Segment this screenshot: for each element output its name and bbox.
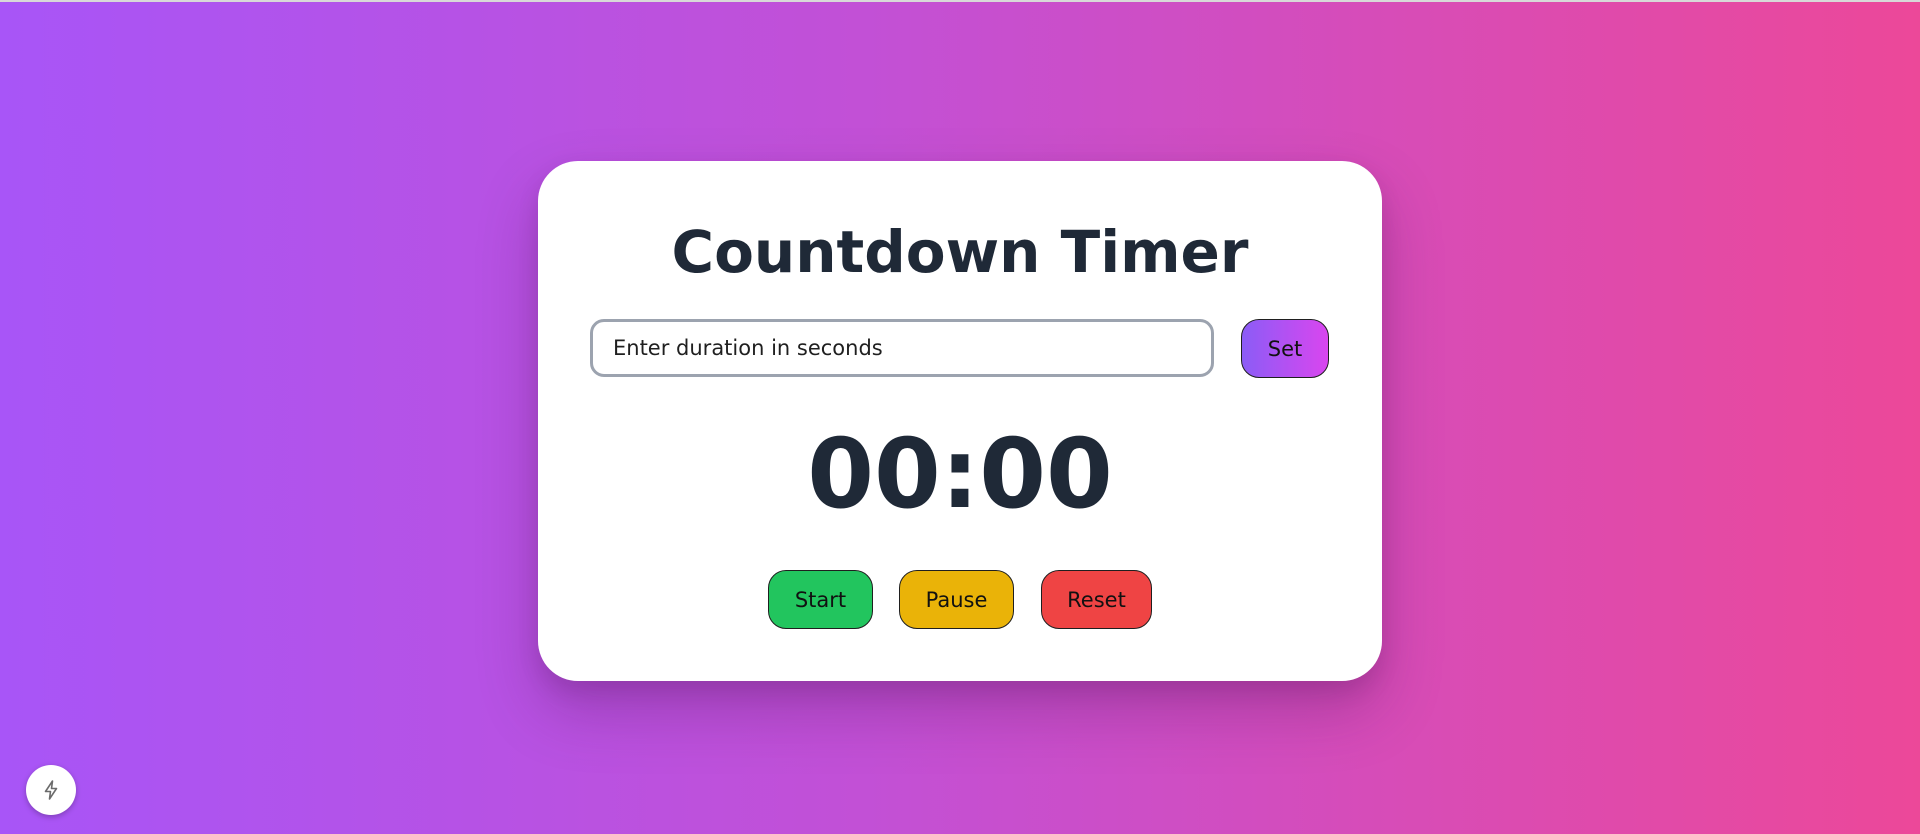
- timer-card: Countdown Timer Set 00:00 Start Pause Re…: [538, 161, 1382, 681]
- reset-button[interactable]: Reset: [1041, 570, 1152, 629]
- timer-display: 00:00: [807, 418, 1113, 530]
- top-border: [0, 0, 1920, 2]
- duration-input[interactable]: [590, 319, 1214, 377]
- floating-action-button[interactable]: [26, 765, 76, 815]
- pause-button[interactable]: Pause: [899, 570, 1014, 629]
- start-button[interactable]: Start: [768, 570, 873, 629]
- page-title: Countdown Timer: [671, 218, 1249, 286]
- set-button[interactable]: Set: [1241, 319, 1329, 378]
- lightning-icon: [39, 778, 63, 802]
